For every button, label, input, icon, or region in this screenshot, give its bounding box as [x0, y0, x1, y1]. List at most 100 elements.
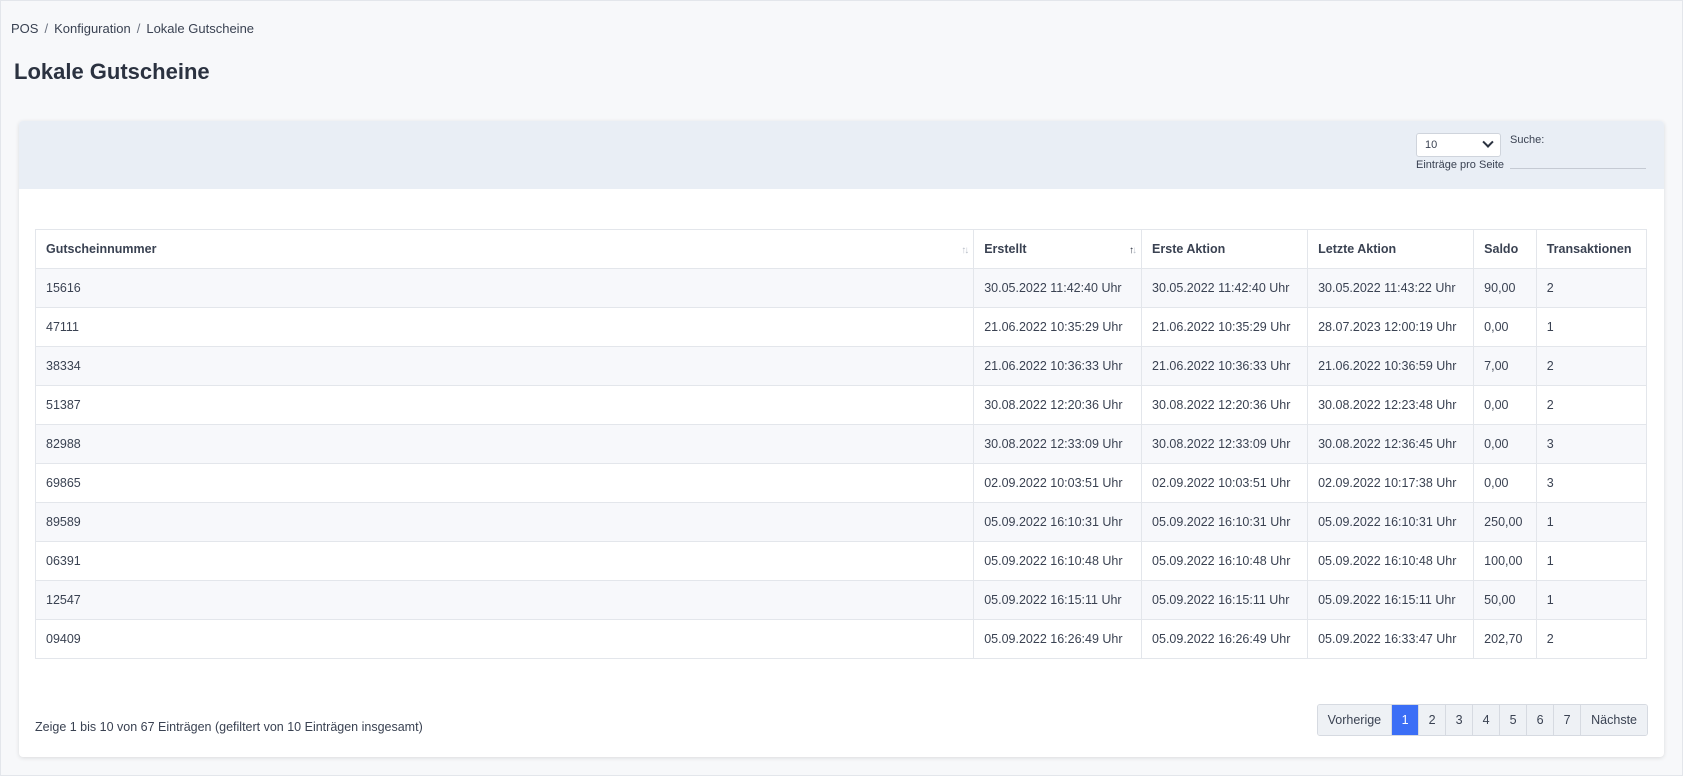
table-row[interactable]: 89589 05.09.2022 16:10:31 Uhr 05.09.2022…: [34, 502, 1648, 542]
cell-gutscheinnummer: 12547: [34, 580, 975, 620]
column-header-saldo[interactable]: Saldo: [1473, 229, 1537, 269]
column-header-transaktionen[interactable]: Transaktionen: [1535, 229, 1648, 269]
table-row[interactable]: 06391 05.09.2022 16:10:48 Uhr 05.09.2022…: [34, 541, 1648, 581]
vouchers-table: Gutscheinnummer ↑↓ Erstellt ↑↓ Erste Akt…: [34, 229, 1648, 659]
cell-erste-aktion: 05.09.2022 16:10:31 Uhr: [1141, 502, 1309, 542]
pagination-page-5[interactable]: 5: [1500, 705, 1528, 735]
sort-icon: ↑↓: [961, 245, 969, 256]
cell-letzte-aktion: 05.09.2022 16:15:11 Uhr: [1307, 580, 1475, 620]
cell-transaktionen: 3: [1535, 424, 1648, 464]
column-header-erstellt[interactable]: Erstellt ↑↓: [973, 229, 1143, 269]
cell-letzte-aktion: 05.09.2022 16:10:31 Uhr: [1307, 502, 1475, 542]
table-row[interactable]: 51387 30.08.2022 12:20:36 Uhr 30.08.2022…: [34, 385, 1648, 425]
table-row[interactable]: 82988 30.08.2022 12:33:09 Uhr 30.08.2022…: [34, 424, 1648, 464]
cell-erstellt: 30.08.2022 12:20:36 Uhr: [973, 385, 1143, 425]
cell-erstellt: 05.09.2022 16:15:11 Uhr: [973, 580, 1143, 620]
table-row[interactable]: 12547 05.09.2022 16:15:11 Uhr 05.09.2022…: [34, 580, 1648, 620]
cell-transaktionen: 3: [1535, 463, 1648, 503]
pagination-page-1[interactable]: 1: [1392, 705, 1420, 735]
cell-erste-aktion: 05.09.2022 16:15:11 Uhr: [1141, 580, 1309, 620]
cell-saldo: 0,00: [1473, 385, 1537, 425]
table-header-row: Gutscheinnummer ↑↓ Erstellt ↑↓ Erste Akt…: [34, 229, 1648, 269]
cell-letzte-aktion: 05.09.2022 16:10:48 Uhr: [1307, 541, 1475, 581]
pagination-page-4[interactable]: 4: [1473, 705, 1501, 735]
vouchers-card: 10 Einträge pro Seite Suche: Gutscheinnu…: [19, 121, 1664, 757]
breadcrumb-separator: /: [136, 21, 141, 36]
table-row[interactable]: 47111 21.06.2022 10:35:29 Uhr 21.06.2022…: [34, 307, 1648, 347]
pagination-next-button[interactable]: Nächste: [1581, 705, 1647, 735]
sort-ascending-icon: ↑↓: [1129, 245, 1137, 256]
cell-erste-aktion: 21.06.2022 10:36:33 Uhr: [1141, 346, 1309, 386]
entries-per-page-label: Einträge pro Seite: [1416, 159, 1505, 171]
cell-saldo: 50,00: [1473, 580, 1537, 620]
cell-transaktionen: 2: [1535, 268, 1648, 308]
cell-erste-aktion: 05.09.2022 16:26:49 Uhr: [1141, 619, 1309, 659]
cell-erste-aktion: 21.06.2022 10:35:29 Uhr: [1141, 307, 1309, 347]
table-info-text: Zeige 1 bis 10 von 67 Einträgen (gefilte…: [35, 720, 423, 734]
cell-erstellt: 30.08.2022 12:33:09 Uhr: [973, 424, 1143, 464]
cell-transaktionen: 1: [1535, 541, 1648, 581]
cell-saldo: 7,00: [1473, 346, 1537, 386]
cell-erstellt: 05.09.2022 16:10:31 Uhr: [973, 502, 1143, 542]
cell-saldo: 202,70: [1473, 619, 1537, 659]
column-header-label: Letzte Aktion: [1318, 242, 1397, 256]
cell-erstellt: 02.09.2022 10:03:51 Uhr: [973, 463, 1143, 503]
pagination-page-3[interactable]: 3: [1446, 705, 1474, 735]
cell-saldo: 100,00: [1473, 541, 1537, 581]
cell-erste-aktion: 30.08.2022 12:33:09 Uhr: [1141, 424, 1309, 464]
cell-transaktionen: 1: [1535, 502, 1648, 542]
cell-transaktionen: 2: [1535, 619, 1648, 659]
cell-erste-aktion: 30.05.2022 11:42:40 Uhr: [1141, 268, 1309, 308]
pagination-previous-button[interactable]: Vorherige: [1317, 705, 1393, 735]
pagination-page-7[interactable]: 7: [1554, 705, 1582, 735]
cell-saldo: 0,00: [1473, 424, 1537, 464]
page: POS / Konfiguration / Lokale Gutscheine …: [0, 0, 1683, 776]
table-controls-header: 10 Einträge pro Seite Suche:: [19, 121, 1664, 189]
cell-transaktionen: 2: [1535, 385, 1648, 425]
breadcrumb-konfiguration[interactable]: Konfiguration: [54, 21, 131, 36]
search-label: Suche:: [1510, 134, 1545, 146]
cell-letzte-aktion: 02.09.2022 10:17:38 Uhr: [1307, 463, 1475, 503]
cell-saldo: 0,00: [1473, 307, 1537, 347]
cell-gutscheinnummer: 51387: [34, 385, 975, 425]
pagination-page-2[interactable]: 2: [1419, 705, 1447, 735]
table-row[interactable]: 69865 02.09.2022 10:03:51 Uhr 02.09.2022…: [34, 463, 1648, 503]
cell-letzte-aktion: 28.07.2023 12:00:19 Uhr: [1307, 307, 1475, 347]
chevron-down-icon: [1482, 136, 1494, 148]
column-header-label: Erste Aktion: [1152, 242, 1226, 256]
cell-saldo: 90,00: [1473, 268, 1537, 308]
cell-erste-aktion: 30.08.2022 12:20:36 Uhr: [1141, 385, 1309, 425]
cell-letzte-aktion: 30.08.2022 12:23:48 Uhr: [1307, 385, 1475, 425]
column-header-letzte-aktion[interactable]: Letzte Aktion: [1307, 229, 1475, 269]
breadcrumb-pos[interactable]: POS: [11, 21, 38, 36]
cell-gutscheinnummer: 69865: [34, 463, 975, 503]
cell-erste-aktion: 02.09.2022 10:03:51 Uhr: [1141, 463, 1309, 503]
column-header-label: Erstellt: [984, 242, 1027, 256]
column-header-label: Gutscheinnummer: [46, 242, 157, 256]
search-input[interactable]: [1510, 149, 1646, 169]
breadcrumb: POS / Konfiguration / Lokale Gutscheine: [11, 21, 254, 36]
entries-per-page-value: 10: [1425, 139, 1438, 151]
cell-gutscheinnummer: 82988: [34, 424, 975, 464]
table-row[interactable]: 38334 21.06.2022 10:36:33 Uhr 21.06.2022…: [34, 346, 1648, 386]
column-header-erste-aktion[interactable]: Erste Aktion: [1141, 229, 1309, 269]
cell-erste-aktion: 05.09.2022 16:10:48 Uhr: [1141, 541, 1309, 581]
cell-erstellt: 30.05.2022 11:42:40 Uhr: [973, 268, 1143, 308]
cell-erstellt: 05.09.2022 16:26:49 Uhr: [973, 619, 1143, 659]
entries-per-page-select[interactable]: 10: [1416, 133, 1501, 157]
cell-saldo: 250,00: [1473, 502, 1537, 542]
cell-letzte-aktion: 30.05.2022 11:43:22 Uhr: [1307, 268, 1475, 308]
breadcrumb-separator: /: [44, 21, 49, 36]
column-header-label: Transaktionen: [1546, 242, 1632, 256]
cell-erstellt: 21.06.2022 10:36:33 Uhr: [973, 346, 1143, 386]
column-header-label: Saldo: [1484, 242, 1519, 256]
table-row[interactable]: 09409 05.09.2022 16:26:49 Uhr 05.09.2022…: [34, 619, 1648, 659]
cell-erstellt: 05.09.2022 16:10:48 Uhr: [973, 541, 1143, 581]
column-header-gutscheinnummer[interactable]: Gutscheinnummer ↑↓: [34, 229, 975, 269]
cell-letzte-aktion: 21.06.2022 10:36:59 Uhr: [1307, 346, 1475, 386]
table-row[interactable]: 15616 30.05.2022 11:42:40 Uhr 30.05.2022…: [34, 268, 1648, 308]
cell-transaktionen: 1: [1535, 580, 1648, 620]
cell-saldo: 0,00: [1473, 463, 1537, 503]
pagination-page-6[interactable]: 6: [1527, 705, 1555, 735]
cell-gutscheinnummer: 38334: [34, 346, 975, 386]
